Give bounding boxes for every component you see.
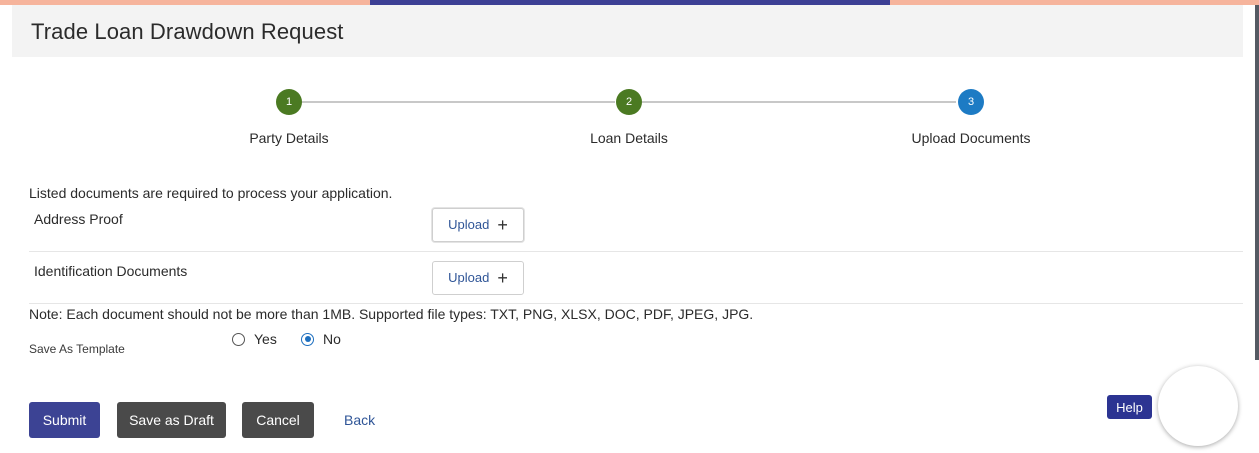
radio-unselected-icon <box>232 332 245 346</box>
progress-stepper: 1 2 3 Party Details Loan Details Upload … <box>0 0 1259 160</box>
document-row-identification: Identification Documents Upload + <box>29 252 1243 304</box>
radio-label: Yes <box>254 331 277 347</box>
help-button[interactable]: Help <box>1107 395 1152 419</box>
chat-launcher-button[interactable] <box>1158 366 1238 446</box>
template-yes-radio[interactable]: Yes <box>232 331 277 347</box>
step-2-label: Loan Details <box>590 130 668 146</box>
back-link[interactable]: Back <box>344 412 375 428</box>
template-no-radio[interactable]: No <box>301 331 341 347</box>
step-connector-2 <box>642 101 956 103</box>
step-1-label: Party Details <box>249 130 329 146</box>
plus-icon: + <box>497 267 508 288</box>
step-2-indicator[interactable]: 2 <box>616 89 642 115</box>
submit-button[interactable]: Submit <box>29 402 100 438</box>
upload-identification-button[interactable]: Upload + <box>432 261 524 295</box>
radio-selected-icon <box>301 332 314 346</box>
save-draft-button[interactable]: Save as Draft <box>117 402 226 438</box>
step-connector-1 <box>301 101 615 103</box>
upload-address-proof-button[interactable]: Upload + <box>432 208 524 242</box>
plus-icon: + <box>497 214 508 235</box>
upload-button-label: Upload <box>448 269 490 285</box>
step-3-indicator[interactable]: 3 <box>958 89 984 115</box>
document-name: Address Proof <box>34 211 123 227</box>
file-requirements-note: Note: Each document should not be more t… <box>29 306 754 322</box>
document-row-address-proof: Address Proof Upload + <box>29 200 1243 252</box>
cancel-button[interactable]: Cancel <box>242 402 314 438</box>
radio-label: No <box>323 331 341 347</box>
document-name: Identification Documents <box>34 263 188 279</box>
documents-intro: Listed documents are required to process… <box>29 185 393 201</box>
step-3-label: Upload Documents <box>911 130 1031 146</box>
step-1-indicator[interactable]: 1 <box>276 89 302 115</box>
save-as-template-label: Save As Template <box>29 342 125 356</box>
upload-button-label: Upload <box>448 216 490 232</box>
